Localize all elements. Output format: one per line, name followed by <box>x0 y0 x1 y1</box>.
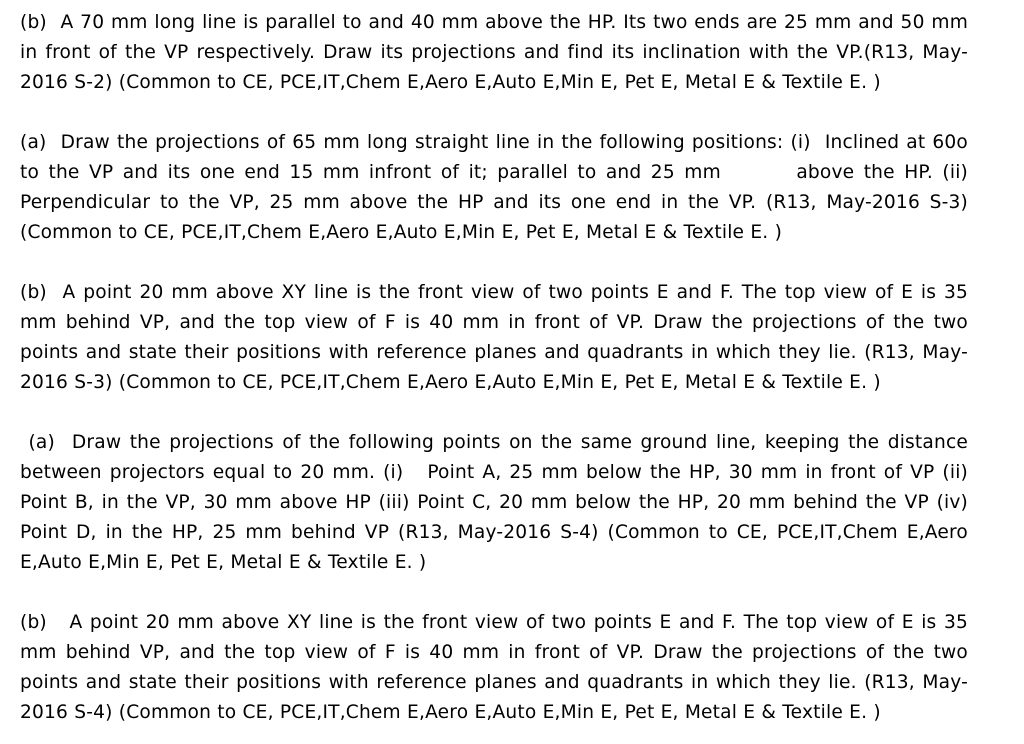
question-paragraph-4a: (a) Draw the projections of the followin… <box>20 432 975 573</box>
question-paragraph-3b: (b) A point 20 mm above XY line is the f… <box>20 282 975 393</box>
document-page: (b) A 70 mm long line is parallel to and… <box>0 0 1024 744</box>
question-paragraph-3a: (a) Draw the projections of 65 mm long s… <box>20 132 975 243</box>
question-paragraph-4b: (b) A point 20 mm above XY line is the f… <box>20 612 975 723</box>
question-paragraph-2b: (b) A 70 mm long line is parallel to and… <box>20 12 975 93</box>
